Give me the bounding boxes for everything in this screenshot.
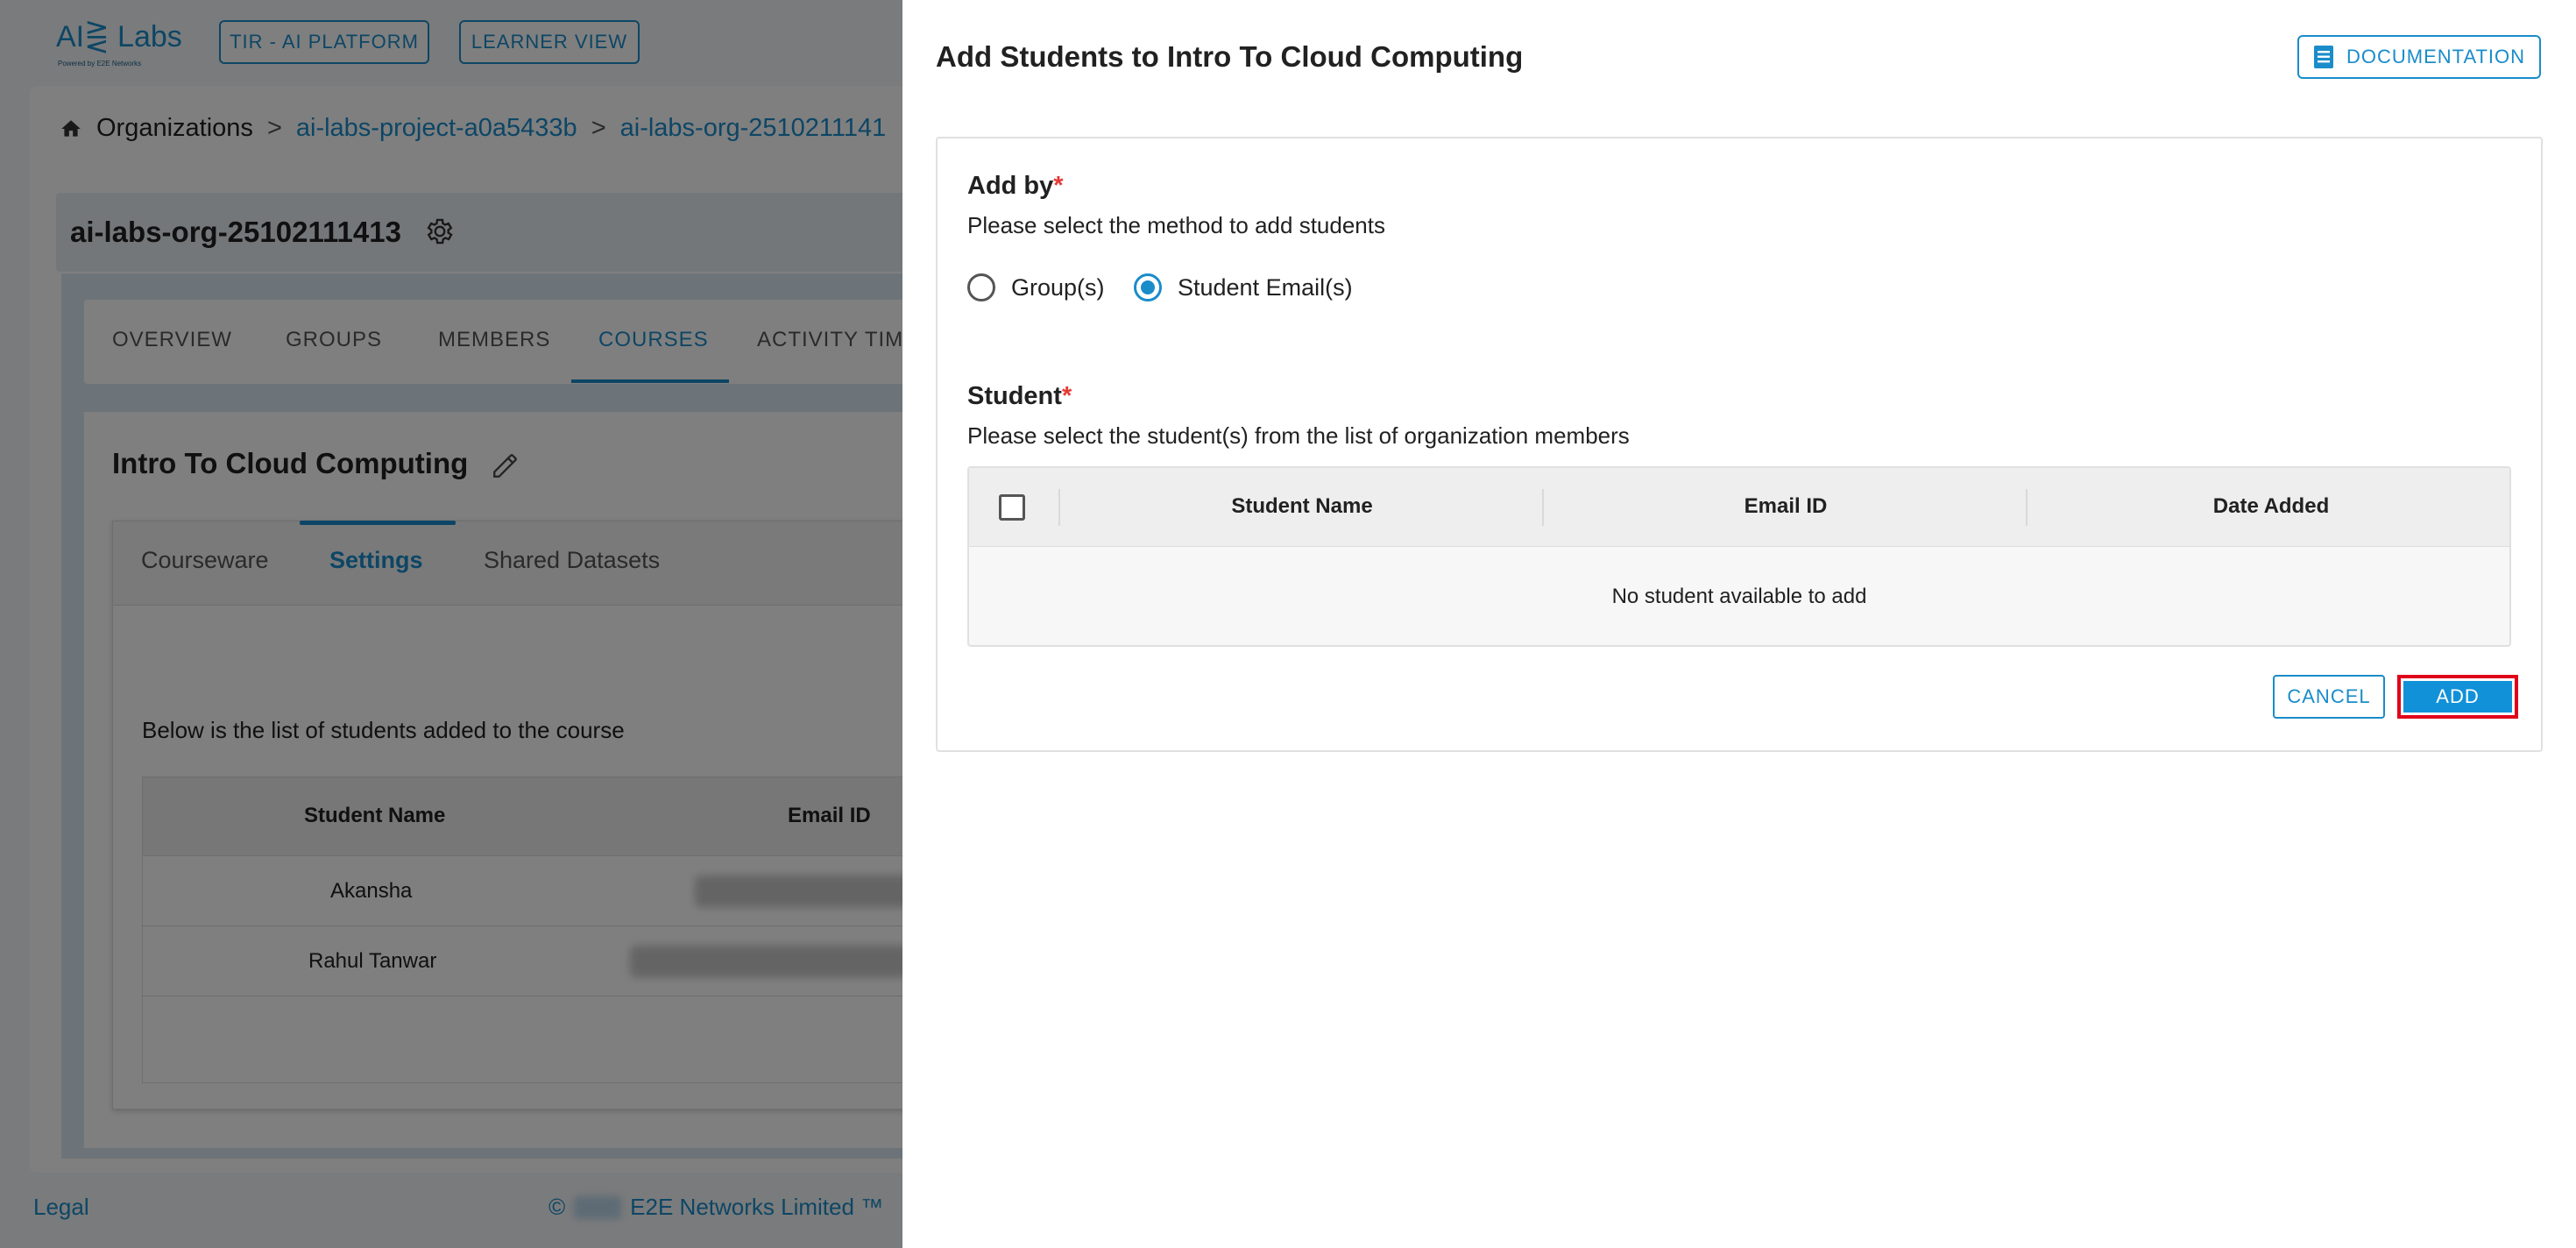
column-header-student-name: Student Name [1231, 494, 1373, 518]
required-asterisk: * [1061, 382, 1072, 410]
column-header-date-added: Date Added [2212, 494, 2330, 518]
modal-backdrop[interactable] [0, 0, 902, 1248]
add-button[interactable]: ADD [2403, 681, 2512, 713]
add-by-hint: Please select the method to add students [967, 212, 1385, 238]
required-asterisk: * [1053, 172, 1064, 200]
radio-unchecked-icon [967, 273, 995, 301]
add-students-drawer: Add Students to Intro To Cloud Computing… [902, 0, 2576, 1248]
student-label-text: Student [967, 382, 1062, 410]
student-hint: Please select the student(s) from the li… [967, 422, 1630, 449]
add-by-label: Add by* [967, 172, 1064, 201]
radio-student-emails-label: Student Email(s) [1178, 273, 1353, 301]
document-list-icon [2313, 46, 2333, 68]
column-divider [1542, 489, 1544, 526]
drawer-title: Add Students to Intro To Cloud Computing [936, 40, 1524, 73]
column-divider [2026, 489, 2028, 526]
select-all-checkbox[interactable] [999, 494, 1025, 521]
radio-groups[interactable]: Group(s) [967, 273, 1105, 301]
student-select-table: Student Name Email ID Date Added No stud… [967, 466, 2511, 647]
documentation-button[interactable]: DOCUMENTATION [2297, 35, 2541, 79]
radio-checked-icon [1134, 273, 1162, 301]
column-divider [1058, 489, 1060, 526]
cancel-button[interactable]: CANCEL [2273, 675, 2385, 719]
add-button-highlight: ADD [2397, 675, 2518, 719]
empty-table-message: No student available to add [1611, 585, 1867, 608]
add-students-form: Add by* Please select the method to add … [936, 137, 2543, 752]
column-header-email-id: Email ID [1744, 494, 1828, 518]
radio-groups-label: Group(s) [1011, 273, 1105, 301]
documentation-label: DOCUMENTATION [2346, 46, 2526, 67]
radio-student-emails[interactable]: Student Email(s) [1134, 273, 1353, 301]
add-by-label-text: Add by [967, 172, 1054, 200]
table-header: Student Name Email ID Date Added [969, 468, 2509, 547]
student-label: Student* [967, 382, 1072, 411]
